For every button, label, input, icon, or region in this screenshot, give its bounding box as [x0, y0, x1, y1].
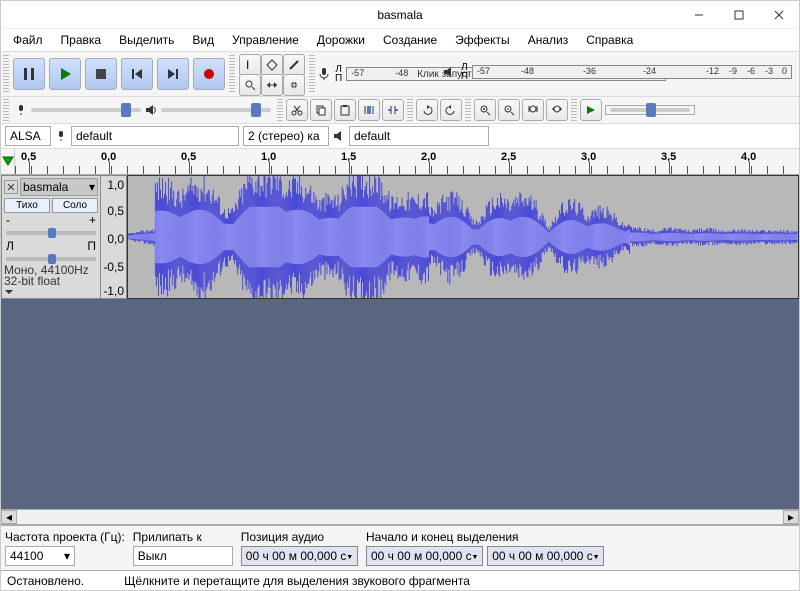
track-format-info: Моно, 44100Hz32-bit float	[4, 265, 98, 287]
menu-transport[interactable]: Управление	[224, 31, 307, 49]
selection-start-field[interactable]: 00 ч 00 м 00,000 с▾	[366, 546, 483, 566]
menu-view[interactable]: Вид	[184, 31, 222, 49]
recording-channels-combo[interactable]: 2 (стерео) ка	[243, 126, 329, 146]
project-rate-combo[interactable]: 44100▾	[5, 546, 75, 566]
mic-icon	[55, 130, 67, 142]
menu-effect[interactable]: Эффекты	[447, 31, 518, 49]
snap-combo[interactable]: Выкл	[133, 546, 233, 566]
minimize-button[interactable]	[679, 1, 719, 29]
toolbar-grip[interactable]	[407, 99, 413, 121]
skip-start-button[interactable]	[121, 58, 153, 90]
status-bar: Остановлено. Щёлкните и перетащите для в…	[1, 570, 799, 590]
horizontal-scrollbar[interactable]: ◂ ▸	[1, 509, 799, 525]
timeshift-tool[interactable]	[261, 74, 283, 96]
fit-project-button[interactable]	[546, 99, 568, 121]
zoom-in-button[interactable]	[474, 99, 496, 121]
audio-track: basmala▾ Тихо Соло -+ ЛП Моно, 44100Hz32…	[1, 175, 799, 299]
scroll-right-button[interactable]: ▸	[783, 510, 799, 524]
copy-button[interactable]	[310, 99, 332, 121]
toolbar-grip[interactable]	[3, 99, 9, 121]
track-vscale: 1,0 0,5 0,0 -0,5 -1,0	[101, 175, 127, 299]
play-at-speed-button[interactable]	[580, 99, 602, 121]
window-title: basmala	[377, 8, 422, 22]
titlebar: basmala	[1, 1, 799, 29]
mic-icon	[317, 67, 331, 81]
project-rate-label: Частота проекта (Гц):	[5, 530, 125, 544]
scroll-left-button[interactable]: ◂	[1, 510, 17, 524]
undo-button[interactable]	[416, 99, 438, 121]
maximize-button[interactable]	[719, 1, 759, 29]
track-gain-slider[interactable]	[6, 231, 96, 235]
play-button[interactable]	[49, 58, 81, 90]
device-toolbar: ALSA default 2 (стерео) ка default	[1, 124, 799, 149]
toolbar-grip[interactable]	[277, 99, 283, 121]
audio-position-field[interactable]: 00 ч 00 м 00,000 с▾	[241, 546, 358, 566]
solo-button[interactable]: Соло	[52, 198, 98, 213]
zoom-tool[interactable]	[239, 74, 261, 96]
track-control-panel: basmala▾ Тихо Соло -+ ЛП Моно, 44100Hz32…	[1, 175, 101, 299]
pause-button[interactable]	[13, 58, 45, 90]
selection-end-field[interactable]: 00 ч 00 м 00,000 с▾	[487, 546, 604, 566]
timeline-cursor-icon	[2, 156, 14, 168]
mic-icon	[15, 104, 27, 116]
tracks-area: basmala▾ Тихо Соло -+ ЛП Моно, 44100Hz32…	[1, 175, 799, 525]
speaker-icon	[333, 130, 345, 142]
envelope-tool[interactable]	[261, 54, 283, 76]
toolbar-grip[interactable]	[465, 99, 471, 121]
status-state: Остановлено.	[7, 574, 84, 588]
playback-device-combo[interactable]: default	[349, 126, 489, 146]
menu-edit[interactable]: Правка	[53, 31, 110, 49]
fit-selection-button[interactable]	[522, 99, 544, 121]
speaker-icon	[443, 65, 457, 79]
playback-speed-slider[interactable]	[610, 108, 690, 112]
zoom-out-button[interactable]	[498, 99, 520, 121]
draw-tool[interactable]	[283, 54, 305, 76]
speaker-icon	[145, 104, 157, 116]
audio-host-combo[interactable]: ALSA	[5, 126, 51, 146]
cut-button[interactable]	[286, 99, 308, 121]
toolbar-grip[interactable]	[229, 55, 235, 93]
trim-button[interactable]	[358, 99, 380, 121]
selection-label: Начало и конец выделения	[366, 530, 604, 544]
redo-button[interactable]	[440, 99, 462, 121]
recording-volume-slider[interactable]	[31, 108, 141, 112]
audio-position-label: Позиция аудио	[241, 530, 358, 544]
multi-tool[interactable]	[283, 74, 305, 96]
collapse-icon[interactable]	[4, 289, 14, 295]
svg-text:I: I	[246, 59, 249, 71]
playback-volume-slider[interactable]	[161, 108, 271, 112]
menu-file[interactable]: Файл	[5, 31, 51, 49]
menu-generate[interactable]: Создание	[375, 31, 445, 49]
record-button[interactable]	[193, 58, 225, 90]
silence-button[interactable]	[382, 99, 404, 121]
toolbar-grip[interactable]	[571, 99, 577, 121]
close-button[interactable]	[759, 1, 799, 29]
menubar: Файл Правка Выделить Вид Управление Доро…	[1, 29, 799, 51]
selection-toolbar: Частота проекта (Гц): 44100▾ Прилипать к…	[1, 525, 799, 570]
paste-button[interactable]	[334, 99, 356, 121]
menu-help[interactable]: Справка	[578, 31, 641, 49]
rec-meter-label: Л П	[335, 65, 342, 83]
timeline-ruler[interactable]: 0,50,00,51,01,52,02,53,03,54,0	[1, 149, 799, 175]
skip-end-button[interactable]	[157, 58, 189, 90]
track-pan-slider[interactable]	[6, 257, 96, 261]
track-close-button[interactable]	[4, 180, 18, 194]
menu-analyze[interactable]: Анализ	[520, 31, 577, 49]
toolbar-grip[interactable]	[309, 55, 315, 93]
recording-device-combo[interactable]: default	[71, 126, 239, 146]
snap-label: Прилипать к	[133, 530, 233, 544]
toolbar-grip[interactable]	[3, 55, 9, 93]
waveform-display[interactable]	[127, 175, 799, 299]
track-name-dropdown[interactable]: basmala▾	[20, 178, 98, 196]
selection-tool[interactable]: I	[239, 54, 261, 76]
status-hint: Щёлкните и перетащите для выделения звук…	[124, 574, 470, 588]
mute-button[interactable]: Тихо	[4, 198, 50, 213]
stop-button[interactable]	[85, 58, 117, 90]
playback-meter[interactable]: -57 -48 -36 -24 -12 -9 -6 -3 0	[472, 65, 792, 79]
menu-tracks[interactable]: Дорожки	[309, 31, 373, 49]
menu-select[interactable]: Выделить	[111, 31, 182, 49]
play-meter-label: Л П	[461, 63, 468, 81]
